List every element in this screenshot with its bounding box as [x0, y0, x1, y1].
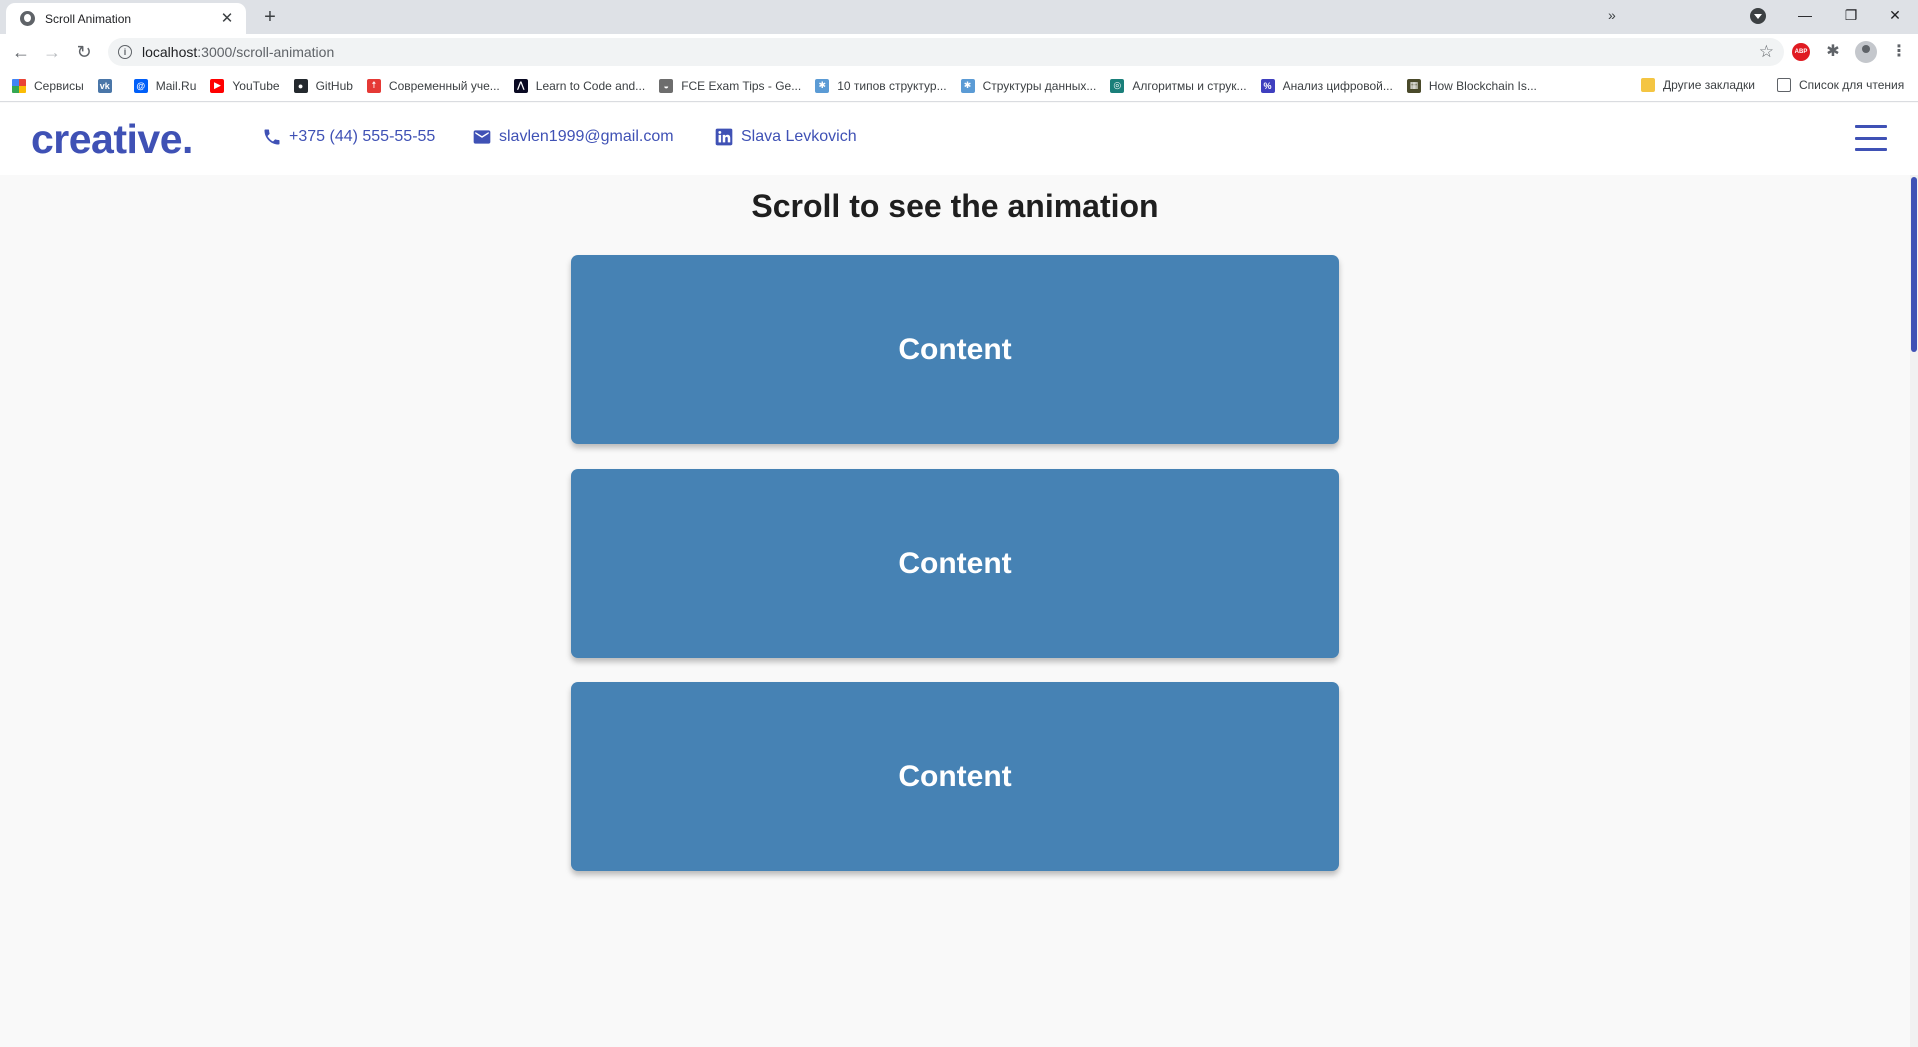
- back-button[interactable]: ←: [9, 40, 33, 64]
- restore-button[interactable]: ❐: [1828, 0, 1874, 30]
- analysis-icon: %: [1260, 78, 1275, 93]
- js-tutorial-icon: ☨: [366, 78, 381, 93]
- bookmark-label: FCE Exam Tips - Ge...: [681, 78, 802, 93]
- fce-icon: ◒: [659, 78, 674, 93]
- bookmarks-bar: Сервисы vk @ Mail.Ru ▶ YouTube ● GitHub ☨ Совреме…: [0, 70, 1918, 102]
- linkedin-text: Slava Levkovich: [741, 128, 857, 145]
- bookmark-star-icon[interactable]: ☆: [1759, 42, 1774, 62]
- site-info-icon[interactable]: i: [118, 45, 132, 59]
- bookmark-item[interactable]: @ Mail.Ru: [133, 78, 197, 93]
- phone-text: +375 (44) 555-55-55: [289, 128, 436, 145]
- bookmark-item[interactable]: ✱ Структуры данных...: [960, 78, 1097, 93]
- reading-list[interactable]: Список для чтения: [1777, 78, 1904, 92]
- reading-list-label: Список для чтения: [1799, 78, 1905, 92]
- bookmark-label: YouTube: [232, 78, 280, 93]
- browser-toolbar: ← → ↻ i localhost:3000/scroll-animation …: [0, 34, 1918, 70]
- habr-icon-2: ✱: [960, 78, 975, 93]
- bookmark-item[interactable]: ▶ YouTube: [210, 78, 280, 93]
- bookmark-item[interactable]: Сервисы: [12, 78, 84, 93]
- bookmark-item[interactable]: ◒ FCE Exam Tips - Ge...: [659, 78, 802, 93]
- hamburger-menu-icon[interactable]: [1855, 125, 1887, 151]
- bookmark-label: Алгоритмы и струк...: [1132, 78, 1247, 93]
- new-tab-button[interactable]: +: [258, 5, 282, 29]
- github-icon: ●: [293, 78, 308, 93]
- card-label: Content: [898, 759, 1012, 793]
- url-path: :3000/scroll-animation: [197, 44, 335, 60]
- bookmark-label: Структуры данных...: [982, 78, 1097, 93]
- browser-tab[interactable]: Scroll Animation ✕: [6, 3, 246, 34]
- blockchain-icon: ▦: [1406, 78, 1421, 93]
- tab-title: Scroll Animation: [45, 11, 132, 26]
- bookmarks-overflow-icon[interactable]: »: [1608, 7, 1616, 23]
- content-card: Content: [571, 682, 1339, 871]
- bookmark-item[interactable]: % Анализ цифровой...: [1260, 78, 1393, 93]
- mail-icon: [473, 130, 491, 144]
- site-header: creative. +375 (44) 555-55-55 slavlen199…: [0, 103, 1918, 175]
- bookmark-label: Анализ цифровой...: [1282, 78, 1393, 93]
- vk-icon: vk: [97, 78, 112, 93]
- mailru-icon: @: [133, 78, 148, 93]
- reload-button[interactable]: ↻: [72, 40, 96, 64]
- adblock-icon[interactable]: ABP: [1792, 43, 1810, 61]
- other-bookmarks[interactable]: Другие закладки: [1641, 78, 1755, 92]
- minimize-button[interactable]: —: [1782, 0, 1828, 30]
- freecodecamp-icon: ⋀: [513, 78, 528, 93]
- linkedin-icon: [715, 128, 733, 146]
- browser-tab-strip: Scroll Animation ✕ + — ❐ ✕: [0, 0, 1918, 34]
- algo-icon: ◎: [1110, 78, 1125, 93]
- address-bar[interactable]: i localhost:3000/scroll-animation ☆: [108, 38, 1784, 66]
- forward-button[interactable]: →: [40, 40, 64, 64]
- linkedin-link[interactable]: Slava Levkovich: [714, 127, 857, 147]
- reading-list-icon: [1777, 78, 1791, 92]
- bookmark-item[interactable]: ✱ 10 типов структур...: [815, 78, 947, 93]
- site-logo[interactable]: creative.: [31, 116, 193, 163]
- bookmark-item[interactable]: ⋀ Learn to Code and...: [513, 78, 646, 93]
- email-text: slavlen1999@gmail.com: [499, 128, 674, 145]
- bookmark-label: Современный уче...: [388, 78, 500, 93]
- hamburger-line: [1855, 148, 1887, 151]
- bookmark-item[interactable]: ☨ Современный уче...: [366, 78, 500, 93]
- bookmark-item[interactable]: vk: [97, 78, 120, 93]
- other-bookmarks-label: Другие закладки: [1663, 78, 1755, 92]
- email-link[interactable]: slavlen1999@gmail.com: [472, 127, 674, 147]
- bookmark-label: GitHub: [315, 78, 353, 93]
- tab-close-icon[interactable]: ✕: [218, 10, 236, 28]
- card-label: Content: [898, 332, 1012, 366]
- bookmark-label: How Blockchain Is...: [1428, 78, 1537, 93]
- extensions-icon[interactable]: ✱: [1824, 43, 1842, 61]
- hamburger-line: [1855, 125, 1887, 128]
- bookmark-label: Learn to Code and...: [535, 78, 646, 93]
- content-card: Content: [571, 469, 1339, 658]
- url-host: localhost: [142, 44, 198, 60]
- habr-icon-1: ✱: [815, 78, 830, 93]
- scrollbar-thumb[interactable]: [1911, 177, 1917, 352]
- bookmark-label: 10 типов структур...: [837, 78, 947, 93]
- bookmark-item[interactable]: ● GitHub: [293, 78, 353, 93]
- browser-menu-icon[interactable]: ⋮: [1890, 43, 1908, 61]
- page-title: Scroll to see the animation: [751, 188, 1159, 224]
- window-close-button[interactable]: ✕: [1872, 0, 1918, 30]
- youtube-icon: ▶: [210, 78, 225, 93]
- bookmark-item[interactable]: ◎ Алгоритмы и струк...: [1110, 78, 1247, 93]
- bookmark-item[interactable]: ▦ How Blockchain Is...: [1406, 78, 1537, 93]
- bookmark-label: Mail.Ru: [155, 78, 197, 93]
- phone-icon: [264, 129, 280, 145]
- page-scrollbar[interactable]: [1910, 175, 1918, 1047]
- card-label: Content: [898, 546, 1012, 580]
- tab-search-icon[interactable]: [1750, 8, 1766, 24]
- profile-avatar-icon[interactable]: [1855, 41, 1877, 63]
- url-text: localhost:3000/scroll-animation: [142, 44, 1759, 60]
- phone-link[interactable]: +375 (44) 555-55-55: [262, 127, 435, 147]
- apps-icon: [12, 78, 26, 93]
- folder-icon: [1641, 78, 1655, 92]
- bookmark-label: Сервисы: [34, 78, 84, 93]
- content-card: Content: [571, 255, 1339, 444]
- hamburger-line: [1855, 136, 1887, 140]
- globe-icon: [20, 11, 35, 26]
